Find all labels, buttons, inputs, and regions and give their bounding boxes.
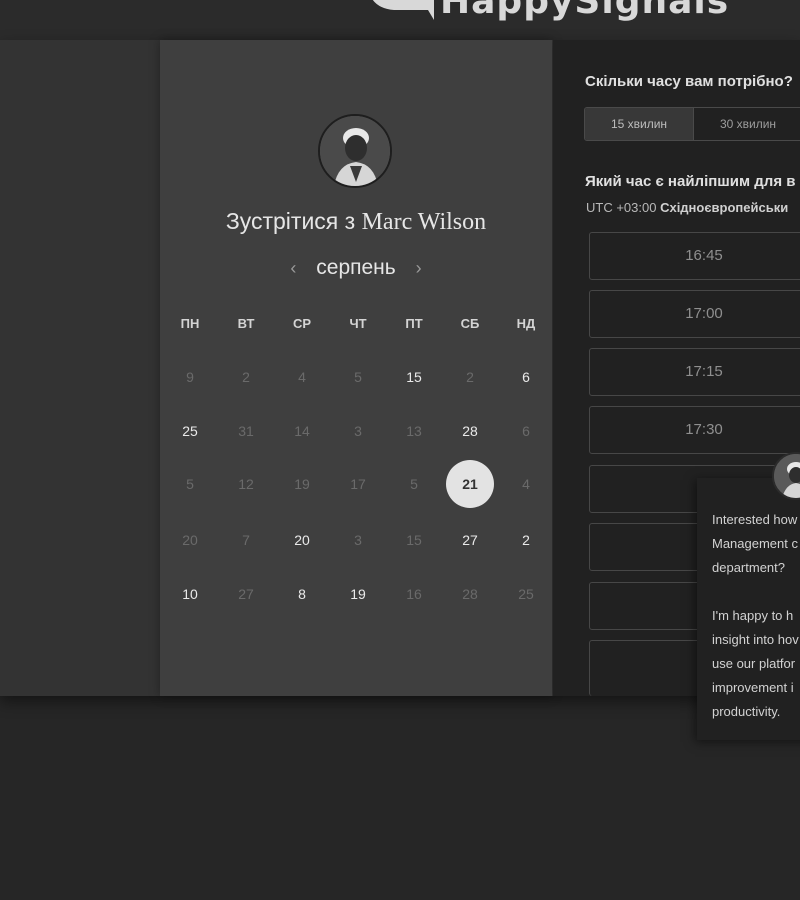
weekday-label: ПТ <box>405 316 423 331</box>
top-header: HappySignals <box>0 0 800 40</box>
chevron-right-icon[interactable]: › <box>402 258 436 278</box>
calendar-day[interactable]: 25 <box>166 407 214 455</box>
weekday-label: ПН <box>180 316 200 331</box>
person-avatar-icon <box>774 454 800 498</box>
calendar-day: 2 <box>466 369 474 385</box>
duration-toggle-group: 15 хвилин 30 хвилин <box>584 107 800 141</box>
calendar-day: 4 <box>298 369 306 385</box>
duration-question: Скільки часу вам потрібно? <box>585 73 793 90</box>
chat-message-text: Interested how Management c department? … <box>712 512 799 719</box>
calendar-day: 28 <box>462 586 478 602</box>
calendar-day: 6 <box>522 423 530 439</box>
calendar-day[interactable]: 15 <box>390 353 438 401</box>
host-avatar <box>318 114 392 188</box>
calendar-day: 5 <box>410 476 418 492</box>
time-question: Який час є найліпшим для в <box>585 173 796 190</box>
calendar-day[interactable]: 10 <box>166 570 214 618</box>
calendar-day[interactable]: 20 <box>278 516 326 564</box>
month-navigation: ‹ серпень › <box>160 256 552 280</box>
calendar-day[interactable]: 27 <box>446 516 494 564</box>
calendar-day: 27 <box>238 586 254 602</box>
time-slot-button[interactable]: 17:15 <box>589 348 800 396</box>
calendar-day[interactable]: 2 <box>502 516 550 564</box>
timezone-offset: UTC +03:00 <box>586 200 657 215</box>
calendar-day: 15 <box>406 532 422 548</box>
meet-prefix: Зустрітися з <box>225 208 356 234</box>
timezone-label[interactable]: UTC +03:00 Східноєвропейськи <box>586 200 788 215</box>
calendar-day[interactable]: 8 <box>278 570 326 618</box>
calendar-day[interactable]: 6 <box>502 353 550 401</box>
calendar-day: 31 <box>238 423 254 439</box>
selected-day[interactable]: 21 <box>446 460 494 508</box>
calendar-day: 14 <box>294 423 310 439</box>
weekday-label: СБ <box>460 316 480 331</box>
calendar-day: 3 <box>354 532 362 548</box>
month-label: серпень <box>316 256 396 279</box>
time-slot-button[interactable]: 16:45 <box>589 232 800 280</box>
meeting-title: Зустрітися з Marc Wilson <box>160 208 552 236</box>
host-name: Marc Wilson <box>361 209 487 235</box>
calendar-day: 13 <box>406 423 422 439</box>
calendar-day: 17 <box>350 476 366 492</box>
calendar-day: 2 <box>242 369 250 385</box>
calendar-day[interactable]: 19 <box>334 570 382 618</box>
calendar-day[interactable]: 28 <box>446 407 494 455</box>
calendar-day: 4 <box>522 476 530 492</box>
weekday-label: НД <box>516 316 536 331</box>
calendar-day: 12 <box>238 476 254 492</box>
duration-option[interactable]: 30 хвилин <box>694 108 800 140</box>
time-slot-button[interactable]: 17:30 <box>589 406 800 454</box>
weekday-label: ВТ <box>237 316 255 331</box>
brand-name: HappySignals <box>440 0 730 22</box>
calendar-day: 16 <box>406 586 422 602</box>
timezone-name: Східноєвропейськи <box>660 200 789 215</box>
calendar-day: 5 <box>354 369 362 385</box>
calendar-day: 25 <box>518 586 534 602</box>
weekday-label: СР <box>292 316 312 331</box>
calendar-day: 5 <box>186 476 194 492</box>
calendar-day: 9 <box>186 369 194 385</box>
duration-option[interactable]: 15 хвилин <box>585 108 694 140</box>
chevron-left-icon[interactable]: ‹ <box>276 258 310 278</box>
calendar-day: 7 <box>242 532 250 548</box>
calendar-day: 20 <box>182 532 198 548</box>
calendar-day: 3 <box>354 423 362 439</box>
person-avatar-icon <box>320 116 390 186</box>
calendar-day: 19 <box>294 476 310 492</box>
speech-bubble-icon <box>368 0 436 20</box>
time-slot-button[interactable]: 17:00 <box>589 290 800 338</box>
weekday-label: ЧТ <box>349 316 367 331</box>
brand-logo[interactable]: HappySignals <box>368 0 729 26</box>
